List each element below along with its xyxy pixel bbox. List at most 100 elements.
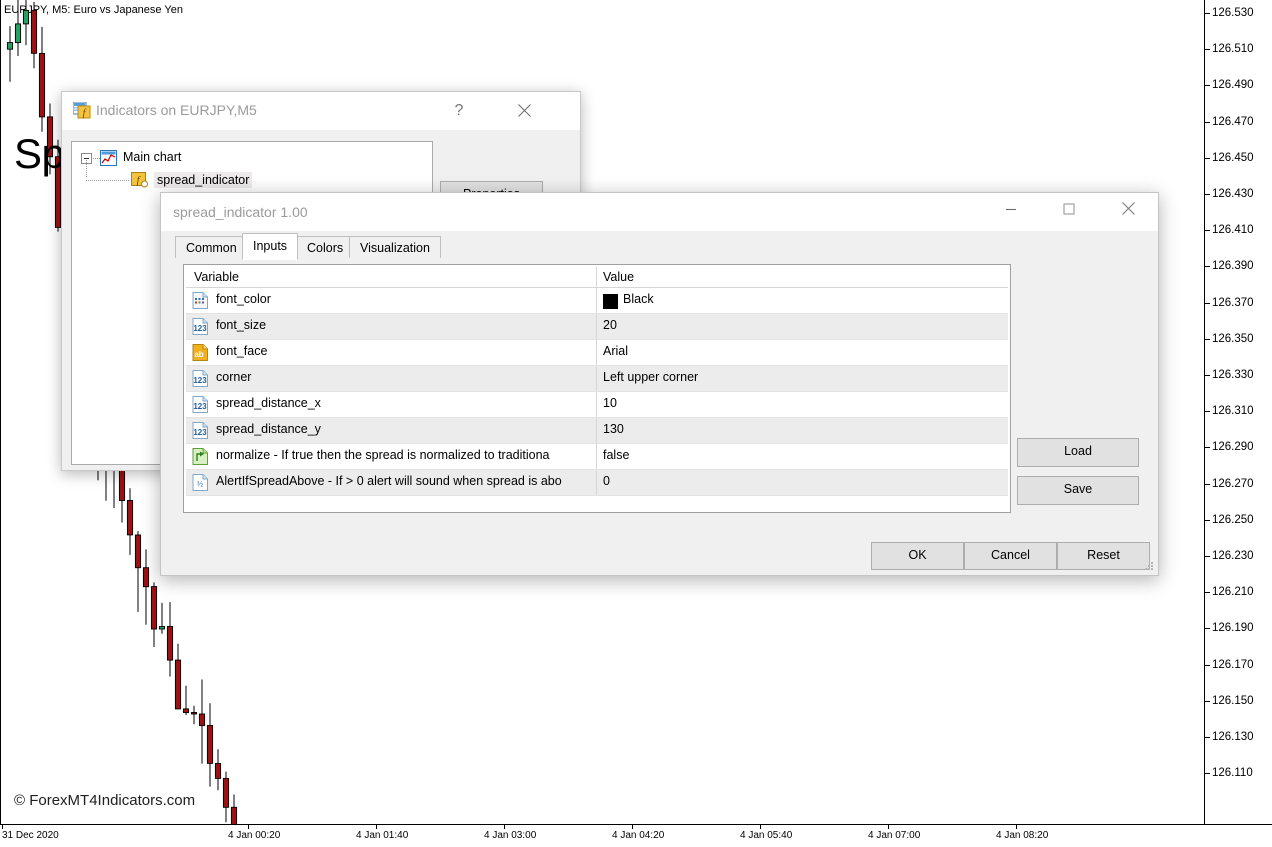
time-axis-tick	[2, 824, 3, 829]
resize-grip-icon[interactable]	[1143, 560, 1155, 572]
tab-colors[interactable]: Colors	[296, 236, 355, 259]
svg-text:123: 123	[193, 402, 207, 411]
tree-row-spread-indicator[interactable]: f spread_indicator	[72, 160, 432, 191]
tab-inputs[interactable]: Inputs	[242, 233, 299, 260]
boolean-arrow-icon	[192, 448, 208, 465]
svg-text:123: 123	[193, 376, 207, 385]
indicators-titlebar[interactable]: f Indicators on EURJPY,M5 ?	[62, 92, 580, 131]
indicators-window-icon: f	[73, 102, 91, 119]
inputs-grid-row[interactable]: 123 spread_distance_y 130	[186, 418, 1008, 444]
input-value[interactable]: 0	[603, 474, 610, 488]
cancel-button[interactable]: Cancel	[964, 542, 1057, 570]
tree-row-main-chart[interactable]: Main chart	[72, 147, 432, 169]
main-chart-icon	[100, 150, 117, 166]
price-axis-label: 126.390	[1212, 260, 1254, 273]
input-value[interactable]: false	[603, 448, 629, 462]
price-axis-label: 126.170	[1212, 658, 1254, 671]
candle-body	[222, 777, 230, 808]
color-swatch[interactable]	[603, 294, 618, 309]
save-button[interactable]: Save	[1017, 476, 1139, 505]
inputs-grid[interactable]: Variable Value font_color Black 123 font_si…	[186, 267, 1008, 510]
properties-window-title: spread_indicator 1.00	[173, 204, 308, 220]
input-variable-name: corner	[216, 370, 252, 384]
price-axis-tick	[1204, 519, 1210, 521]
input-variable-name: spread_distance_x	[216, 396, 321, 410]
tab-visualization[interactable]: Visualization	[349, 236, 441, 259]
inputs-grid-row[interactable]: 123 spread_distance_x 10	[186, 392, 1008, 418]
close-icon[interactable]	[1105, 193, 1151, 224]
close-icon[interactable]	[502, 97, 546, 125]
double-half-icon: ½	[192, 474, 208, 491]
minimize-icon[interactable]	[988, 193, 1034, 224]
indicators-window-title: Indicators on EURJPY,M5	[96, 102, 257, 118]
time-axis-tick	[376, 824, 377, 829]
help-icon[interactable]: ?	[444, 97, 474, 125]
candle-body	[30, 9, 38, 54]
time-axis[interactable]: 31 Dec 2020 4 Jan 00:20 4 Jan 01:40 4 Jan 0…	[0, 824, 1204, 847]
reset-button[interactable]: Reset	[1057, 542, 1150, 570]
time-axis-tick	[248, 824, 249, 829]
price-axis-label: 126.110	[1212, 767, 1253, 780]
watermark: © ForexMT4Indicators.com	[14, 792, 196, 809]
price-axis-tick	[1204, 737, 1210, 738]
input-value[interactable]: Arial	[603, 344, 628, 358]
time-axis-tick	[888, 824, 889, 829]
time-axis-label: 4 Jan 07:00	[868, 830, 921, 841]
price-axis-tick	[1204, 447, 1210, 449]
candle-body	[214, 762, 222, 779]
input-value[interactable]: 130	[603, 422, 624, 436]
tab-common[interactable]: Common	[175, 236, 248, 259]
price-axis-tick	[1204, 664, 1210, 666]
column-header-value: Value	[603, 270, 635, 284]
properties-body: Variable Value font_color Black 123 font_si…	[161, 258, 1158, 575]
load-button[interactable]: Load	[1017, 438, 1139, 467]
price-axis-tick	[1204, 230, 1210, 232]
input-value[interactable]: 10	[603, 396, 617, 410]
input-variable-name: AlertIfSpreadAbove - If > 0 alert will s…	[216, 474, 562, 488]
price-axis-label: 126.490	[1212, 79, 1254, 92]
price-axis[interactable]: 126.530 126.510 126.490 126.470 126.450 126.4…	[1204, 0, 1272, 847]
time-axis-label: 4 Jan 01:40	[356, 830, 409, 841]
inputs-grid-row[interactable]: font_color Black	[186, 288, 1008, 314]
tree-connector-horizontal	[86, 180, 130, 181]
time-axis-label: 31 Dec 2020	[2, 830, 59, 841]
indicator-properties-window[interactable]: spread_indicator 1.00 Common Inputs Colo…	[160, 192, 1159, 576]
price-axis-label: 126.370	[1212, 296, 1254, 309]
inputs-grid-row[interactable]: 123 corner Left upper corner	[186, 366, 1008, 392]
inputs-grid-row[interactable]: normalize - If true then the spread is n…	[186, 444, 1008, 470]
price-axis-label: 126.250	[1212, 513, 1254, 526]
price-axis-tick	[1204, 266, 1210, 268]
properties-titlebar[interactable]: spread_indicator 1.00	[161, 193, 1158, 231]
column-separator	[596, 340, 597, 365]
integer-123-icon: 123	[192, 318, 208, 335]
candle-body	[126, 500, 134, 536]
inputs-grid-row[interactable]: 123 font_size 20	[186, 314, 1008, 340]
input-variable-name: font_face	[216, 344, 268, 358]
price-axis-label: 126.430	[1212, 188, 1254, 200]
input-value[interactable]: Black	[623, 292, 654, 306]
ok-button[interactable]: OK	[871, 542, 964, 570]
time-axis-tick	[504, 824, 505, 829]
column-header-variable: Variable	[194, 270, 239, 284]
svg-text:123: 123	[193, 428, 207, 437]
price-axis-label: 126.330	[1212, 369, 1254, 381]
candle-body	[22, 9, 30, 25]
grid-header-row: Variable Value	[186, 267, 1008, 288]
price-axis-label: 126.510	[1212, 43, 1254, 56]
svg-text:ab: ab	[194, 350, 203, 359]
maximize-icon[interactable]	[1046, 193, 1092, 224]
column-separator	[596, 392, 597, 417]
time-axis-line	[0, 824, 1204, 825]
inputs-grid-panel[interactable]: Variable Value font_color Black 123 font_si…	[183, 264, 1011, 513]
tree-connector	[93, 158, 100, 159]
input-value[interactable]: Left upper corner	[603, 370, 698, 384]
integer-123-icon: 123	[192, 396, 208, 413]
price-axis-label: 126.450	[1212, 151, 1254, 164]
mt4-application-window: EURJPY, M5: Euro vs Japanese Yen Spr © F…	[0, 0, 1272, 847]
properties-tabstrip[interactable]: Common Inputs Colors Visualization	[161, 231, 1158, 260]
inputs-grid-row[interactable]: ½ AlertIfSpreadAbove - If > 0 alert will …	[186, 470, 1008, 496]
column-separator	[596, 288, 597, 313]
input-value[interactable]: 20	[603, 318, 617, 332]
inputs-grid-row[interactable]: ab font_face Arial	[186, 340, 1008, 366]
candle-body	[142, 567, 150, 588]
